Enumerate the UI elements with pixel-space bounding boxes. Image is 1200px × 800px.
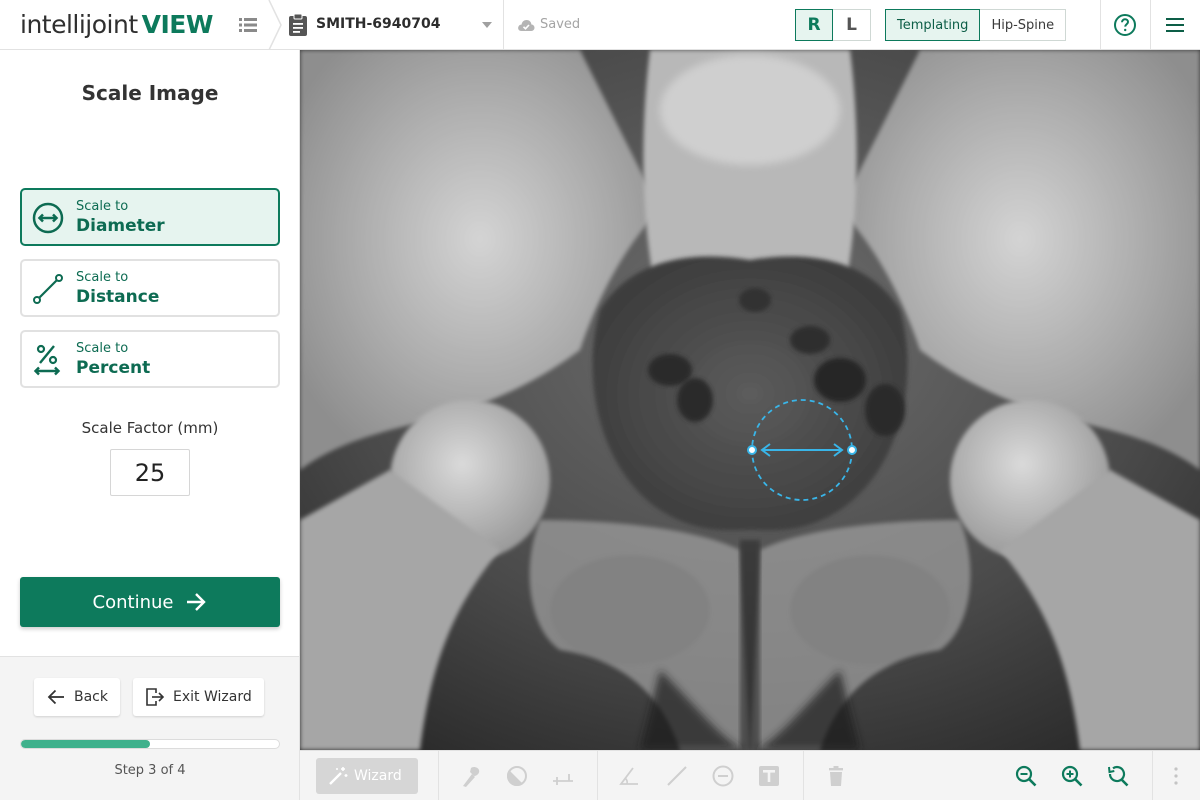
- zoom-in-icon[interactable]: [1060, 764, 1084, 788]
- option-caption: Scale to: [76, 199, 129, 214]
- exit-wizard-button[interactable]: Exit Wizard: [133, 678, 264, 716]
- wizard-label: Wizard: [354, 768, 402, 784]
- divider: [1150, 0, 1151, 50]
- logo-text-bold: VIEW: [141, 10, 214, 39]
- wizard-button[interactable]: Wizard: [316, 758, 418, 794]
- trash-icon[interactable]: [824, 764, 848, 788]
- caret-down-icon[interactable]: [481, 20, 493, 30]
- divider: [803, 751, 804, 800]
- cloud-check-icon: [518, 20, 535, 31]
- divider: [597, 751, 598, 800]
- exit-wizard-label: Exit Wizard: [173, 689, 252, 705]
- scale-to-diameter-option[interactable]: Scale to Diameter: [20, 188, 280, 246]
- panel-title: Scale Image: [81, 81, 219, 105]
- option-caption: Scale to: [76, 270, 129, 285]
- continue-label: Continue: [92, 591, 174, 613]
- pelvis-xray-image: [300, 50, 1200, 750]
- xray-viewport[interactable]: [300, 50, 1200, 750]
- scale-factor-input[interactable]: [110, 449, 190, 496]
- back-label: Back: [74, 689, 108, 705]
- wizard-sidebar: Scale Image Scale to Diameter Scale to D…: [0, 50, 300, 800]
- arrow-right-icon: [187, 593, 207, 611]
- breadcrumb-separator: [268, 0, 282, 50]
- app-logo: intellijoint VIEW: [20, 10, 213, 40]
- wizard-footer: Back Exit Wizard Step 3 of 4: [0, 656, 299, 800]
- circle-tool-icon[interactable]: [711, 764, 735, 788]
- measure-handle-left[interactable]: [747, 445, 757, 455]
- logo-text: intellijoint: [20, 10, 138, 39]
- option-label: Diameter: [76, 216, 165, 236]
- diameter-icon: [32, 202, 64, 234]
- mode-toggle: Templating Hip-Spine: [885, 9, 1067, 41]
- continue-button[interactable]: Continue: [20, 577, 280, 627]
- back-button[interactable]: Back: [34, 678, 120, 716]
- option-label: Percent: [76, 358, 151, 378]
- percent-icon: [33, 344, 61, 376]
- line-tool-icon[interactable]: [665, 764, 689, 788]
- divider: [1100, 0, 1101, 50]
- scale-to-percent-option[interactable]: Scale to Percent: [20, 330, 280, 388]
- progress-fill: [21, 740, 150, 748]
- hip-spine-mode-button[interactable]: Hip-Spine: [980, 9, 1067, 41]
- zoom-out-icon[interactable]: [1014, 764, 1038, 788]
- step-indicator: Step 3 of 4: [114, 763, 186, 778]
- cup-template-icon[interactable]: [505, 764, 529, 788]
- bottom-toolbar: Wizard: [300, 750, 1200, 800]
- scale-factor-label: Scale Factor (mm): [81, 419, 219, 437]
- case-list-icon[interactable]: [236, 13, 260, 37]
- more-options-icon[interactable]: [1164, 764, 1188, 788]
- hamburger-menu-icon[interactable]: [1164, 15, 1186, 35]
- stem-template-icon[interactable]: [459, 764, 483, 788]
- text-tool-icon[interactable]: [757, 764, 781, 788]
- templating-mode-button[interactable]: Templating: [885, 9, 981, 41]
- side-right-button[interactable]: R: [795, 9, 833, 41]
- option-label: Distance: [76, 287, 160, 307]
- save-status: Saved: [540, 17, 581, 32]
- top-bar: intellijoint VIEW SMITH-6940704 Saved R L…: [0, 0, 1200, 50]
- divider: [438, 751, 439, 800]
- help-icon[interactable]: [1113, 13, 1137, 37]
- exit-icon: [146, 688, 165, 706]
- measure-handle-right[interactable]: [847, 445, 857, 455]
- clipboard-icon: [289, 13, 307, 36]
- magic-wand-icon: [329, 767, 348, 785]
- arrow-left-icon: [47, 689, 64, 705]
- wizard-progress-bar: [20, 739, 280, 749]
- option-caption: Scale to: [76, 341, 129, 356]
- zoom-reset-icon[interactable]: [1106, 764, 1130, 788]
- angle-tool-icon[interactable]: [618, 764, 642, 788]
- side-toggle: R L: [795, 9, 871, 41]
- side-left-button[interactable]: L: [833, 9, 871, 41]
- divider: [503, 0, 504, 50]
- case-selector[interactable]: SMITH-6940704: [316, 16, 441, 32]
- divider: [1152, 751, 1153, 800]
- distance-line-icon: [33, 274, 63, 304]
- leg-length-icon[interactable]: [551, 764, 575, 788]
- scale-to-distance-option[interactable]: Scale to Distance: [20, 259, 280, 317]
